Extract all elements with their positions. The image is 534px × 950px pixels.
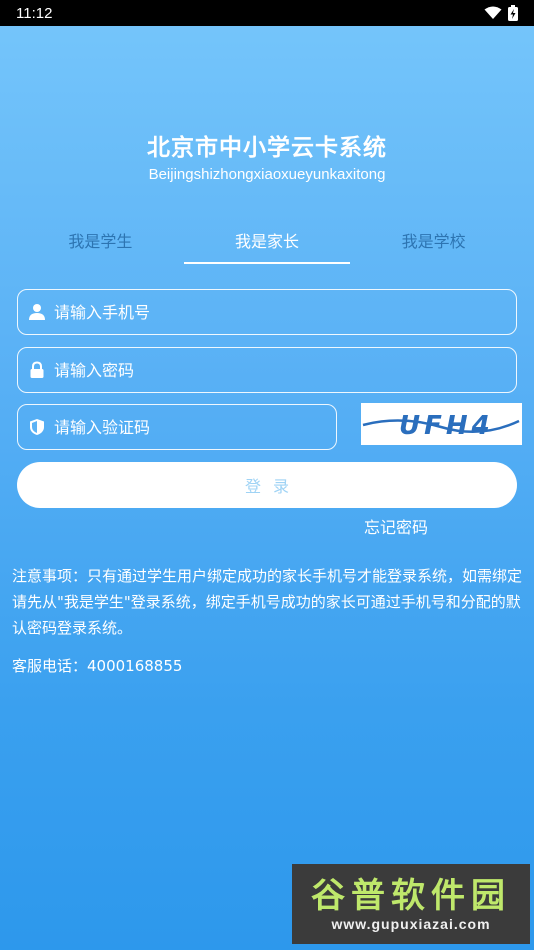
- password-input[interactable]: [54, 360, 516, 380]
- watermark-logo: 谷普软件园 www.gupuxiazai.com: [292, 864, 530, 944]
- captcha-input[interactable]: [54, 417, 336, 437]
- forgot-password-link[interactable]: 忘记密码: [364, 514, 428, 538]
- shield-icon: [28, 418, 46, 436]
- user-icon: [28, 303, 46, 321]
- phone-input[interactable]: [54, 302, 516, 322]
- tab-parent[interactable]: 我是家长: [183, 228, 351, 266]
- lock-icon: [28, 361, 46, 379]
- page-title: 北京市中小学云卡系统: [147, 135, 387, 161]
- wifi-icon: [484, 6, 502, 19]
- password-field: [17, 347, 517, 393]
- status-bar: 11:12: [0, 0, 534, 26]
- tab-school[interactable]: 我是学校: [350, 228, 517, 266]
- status-time: 11:12: [16, 4, 53, 22]
- tab-student[interactable]: 我是学生: [17, 228, 184, 266]
- phone-field: [17, 289, 517, 335]
- role-tabs: 我是学生 我是家长 我是学校: [17, 228, 517, 266]
- captcha-text: UFH4: [399, 411, 494, 441]
- battery-icon: [508, 5, 518, 21]
- page-subtitle: Beijingshizhongxiaoxueyunkaxitong: [148, 166, 386, 183]
- captcha-field: [17, 404, 337, 450]
- captcha-image[interactable]: UFH4: [361, 403, 522, 445]
- watermark-url: www.gupuxiazai.com: [331, 916, 491, 932]
- notice-text: 注意事项：只有通过学生用户绑定成功的家长手机号才能登录系统，如需绑定请先从"我是…: [12, 567, 523, 637]
- status-icons: [484, 5, 518, 21]
- customer-service-hotline: 客服电话：4000168855: [12, 657, 183, 675]
- watermark-name: 谷普软件园: [311, 876, 511, 916]
- login-button[interactable]: 登录: [17, 462, 517, 508]
